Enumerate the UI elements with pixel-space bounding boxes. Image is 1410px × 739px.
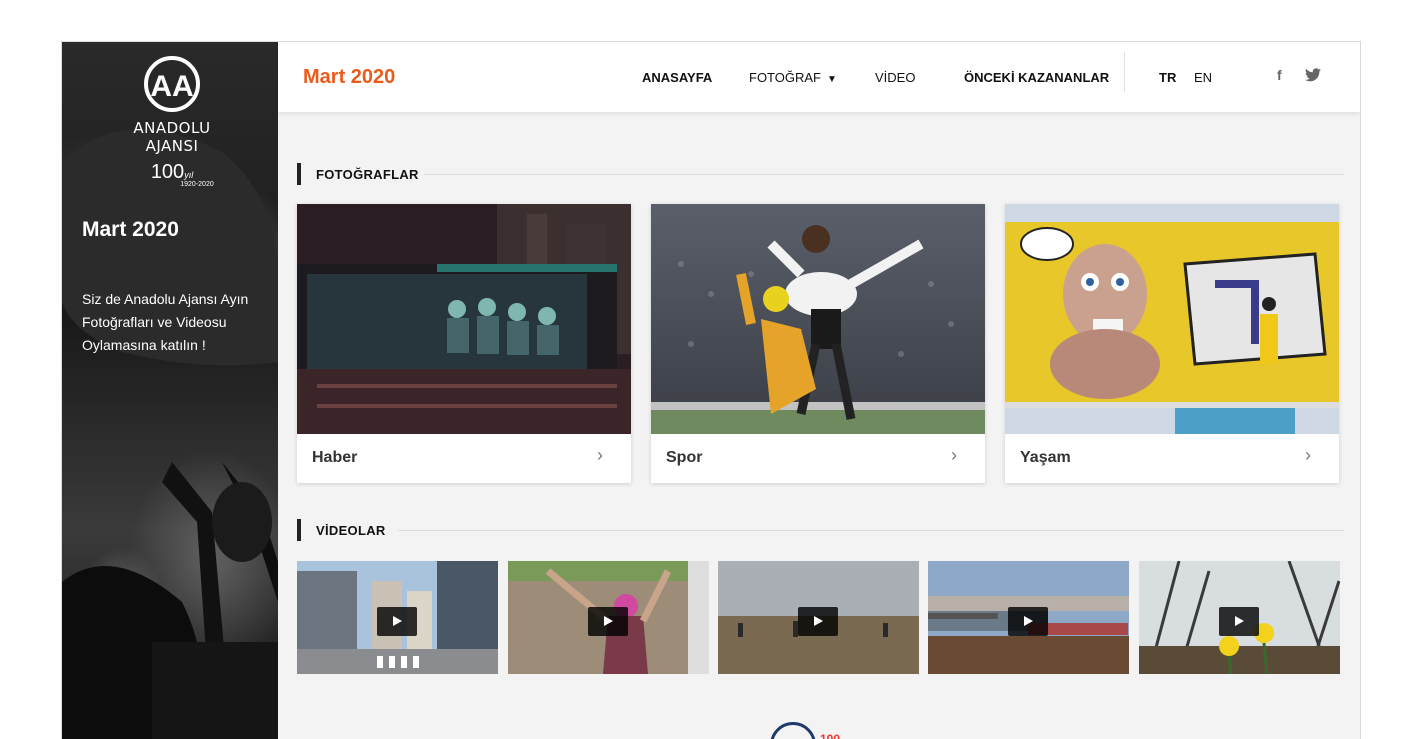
photo-caption-haber: Haber (312, 449, 358, 466)
header-divider (1124, 52, 1125, 92)
heading-bar (297, 519, 301, 541)
footer-logo-icon (770, 722, 816, 739)
video-thumb-3[interactable] (718, 561, 919, 674)
svg-text:AA: AA (150, 70, 193, 103)
sidebar: AA ANADOLU AJANSI 100yıl 1920-2020 Mart … (62, 42, 278, 739)
heading-bar (297, 163, 301, 185)
play-icon[interactable] (377, 607, 417, 636)
photo-haber-image (297, 204, 631, 434)
twitter-bird-icon (1305, 68, 1321, 82)
lang-tr[interactable]: TR (1159, 70, 1176, 85)
heading-rule (424, 174, 1344, 175)
chevron-down-icon: ▼ (826, 74, 837, 85)
page-title[interactable]: Mart 2020 (303, 66, 395, 89)
play-icon[interactable] (1219, 607, 1259, 636)
twitter-icon[interactable] (1305, 68, 1321, 85)
photo-caption-spor: Spor (666, 449, 703, 466)
photo-spor-image (651, 204, 985, 434)
chevron-right-icon[interactable]: › (951, 445, 957, 466)
videos-section-heading: VİDEOLAR (297, 519, 1344, 541)
play-icon[interactable] (798, 607, 838, 636)
nav-photo[interactable]: FOTOĞRAF ▼ (749, 70, 837, 85)
logo-name: ANADOLU AJANSI (133, 119, 211, 155)
photo-yasam-image (1005, 204, 1339, 434)
photo-haber[interactable] (297, 204, 631, 434)
play-icon[interactable] (588, 607, 628, 636)
nav-home[interactable]: ANASAYFA (642, 70, 712, 85)
chevron-right-icon[interactable]: › (1305, 445, 1311, 466)
lang-en[interactable]: EN (1194, 70, 1212, 85)
nav-photo-label: FOTOĞRAF (749, 70, 821, 85)
photos-section-heading: FOTOĞRAFLAR (297, 163, 1344, 185)
video-thumb-5[interactable] (1139, 561, 1340, 674)
video-thumb-1[interactable] (297, 561, 498, 674)
sidebar-title: Mart 2020 (82, 218, 179, 241)
facebook-icon[interactable]: f (1277, 67, 1282, 83)
photo-card-spor[interactable]: Spor › (651, 204, 985, 483)
page-frame: AA ANADOLU AJANSI 100yıl 1920-2020 Mart … (61, 41, 1361, 739)
aa-logo-icon: AA (144, 56, 200, 112)
video-thumb-4[interactable] (928, 561, 1129, 674)
top-header: Mart 2020 ANASAYFA FOTOĞRAF ▼ VİDEO ÖNCEK… (278, 42, 1360, 112)
nav-video[interactable]: VİDEO (875, 70, 915, 85)
heading-rule (398, 530, 1344, 531)
videos-heading: VİDEOLAR (316, 523, 386, 538)
anadolu-logo[interactable]: AA ANADOLU AJANSI 100yıl 1920-2020 (112, 56, 232, 188)
sidebar-text: Siz de Anadolu Ajansı Ayın Fotoğrafları … (82, 291, 249, 353)
nav-previous-winners[interactable]: ÖNCEKİ KAZANANLAR (964, 70, 1109, 85)
photo-card-haber[interactable]: Haber › (297, 204, 631, 483)
photo-card-yasam[interactable]: Yaşam › (1005, 204, 1339, 483)
photo-caption-yasam: Yaşam (1020, 449, 1071, 466)
photo-spor[interactable] (651, 204, 985, 434)
video-thumb-2[interactable] (508, 561, 709, 674)
photo-yasam[interactable] (1005, 204, 1339, 434)
photos-heading: FOTOĞRAFLAR (316, 167, 419, 182)
chevron-right-icon[interactable]: › (597, 445, 603, 466)
play-icon[interactable] (1008, 607, 1048, 636)
